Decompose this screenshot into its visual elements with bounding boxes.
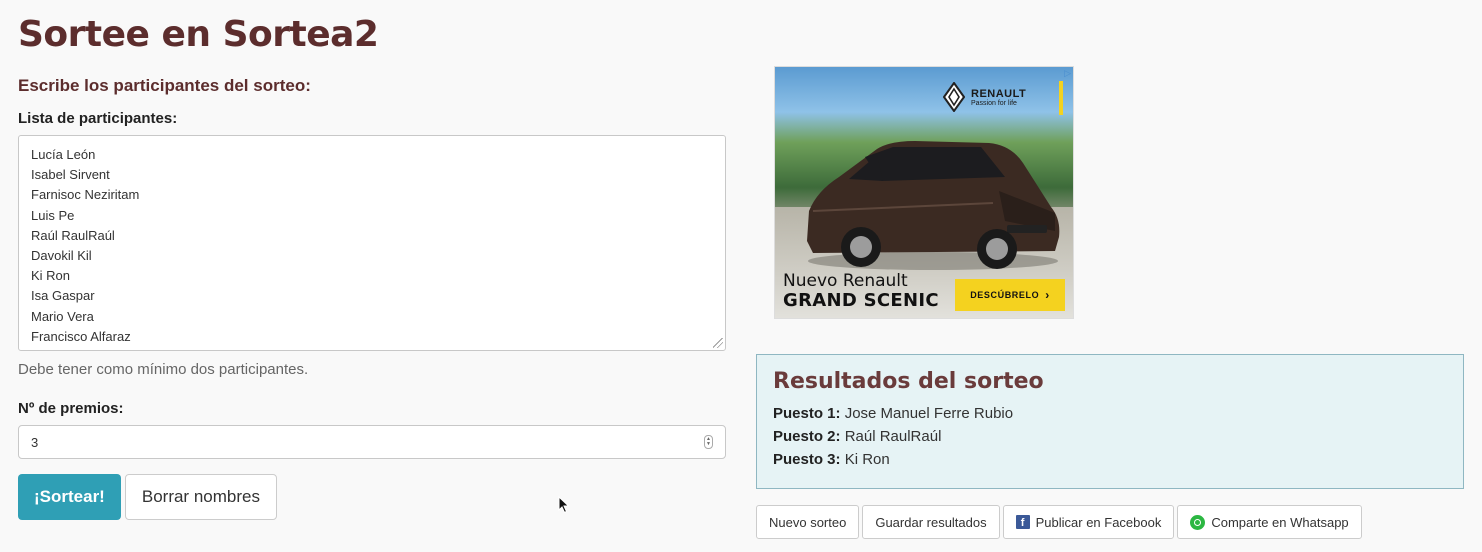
ad-cta-button[interactable]: DESCÚBRELO › <box>955 279 1065 311</box>
share-whatsapp-label: Comparte en Whatsapp <box>1211 514 1349 530</box>
participant-line: Raúl RaulRaúl <box>31 227 115 243</box>
participants-label: Lista de participantes: <box>18 110 178 127</box>
draw-form: Escribe los participantes del sorteo: Li… <box>18 76 726 520</box>
renault-diamond-icon <box>943 82 965 112</box>
form-subtitle: Escribe los participantes del sorteo: <box>18 76 311 95</box>
facebook-icon: f <box>1015 515 1030 529</box>
participant-line: Francisco Alfaraz <box>31 328 131 344</box>
result-row: Puesto 2: Raúl RaulRaúl <box>773 425 1447 448</box>
result-winner: Jose Manuel Ferre Rubio <box>844 405 1014 422</box>
publish-facebook-label: Publicar en Facebook <box>1035 514 1162 530</box>
participant-line: Davokil Kil <box>31 248 92 264</box>
ad-accent-bar <box>1059 81 1063 115</box>
prizes-number-input[interactable]: 3 ▲ ▼ <box>18 425 726 459</box>
participant-line: Lucía León <box>31 147 96 162</box>
results-panel: Resultados del sorteo Puesto 1: Jose Man… <box>756 354 1464 489</box>
page-title: Sortee en Sortea2 <box>18 14 379 55</box>
prizes-label: Nº de premios: <box>18 400 124 417</box>
result-winner: Raúl RaulRaúl <box>844 428 942 445</box>
ad-cta-label: DESCÚBRELO <box>970 290 1040 300</box>
results-actions: Nuevo sorteo Guardar resultados f Public… <box>756 505 1362 539</box>
results-title: Resultados del sorteo <box>773 369 1044 394</box>
ad-headline-line2: GRAND SCENIC <box>783 290 939 311</box>
ad-tagline: Passion for life <box>971 99 1017 107</box>
result-position: Puesto 2: <box>773 428 841 445</box>
participant-line: Farnisoc Neziritam <box>31 187 140 203</box>
number-spinner-icon[interactable]: ▲ ▼ <box>704 435 713 449</box>
result-row: Puesto 3: Ki Ron <box>773 448 1447 471</box>
new-draw-button[interactable]: Nuevo sorteo <box>756 505 860 539</box>
form-buttons: ¡Sortear! Borrar nombres <box>18 474 726 520</box>
result-row: Puesto 1: Jose Manuel Ferre Rubio <box>773 402 1447 425</box>
participants-textarea[interactable]: Lucía León Isabel Sirvent Farnisoc Nezir… <box>18 135 726 351</box>
save-results-button[interactable]: Guardar resultados <box>862 505 1000 539</box>
participant-line: Luis Pe <box>31 207 75 223</box>
car-image <box>807 141 1060 270</box>
clear-names-button[interactable]: Borrar nombres <box>124 474 277 520</box>
prizes-value: 3 <box>31 434 39 450</box>
ad-headline: Nuevo Renault GRAND SCENIC <box>783 271 939 311</box>
participants-help-text: Debe tener como mínimo dos participantes… <box>18 361 309 378</box>
whatsapp-icon <box>1190 514 1206 530</box>
participant-line: Isa Gaspar <box>31 288 95 304</box>
mouse-cursor-icon <box>558 496 570 514</box>
result-position: Puesto 1: <box>773 405 841 422</box>
publish-facebook-button[interactable]: f Publicar en Facebook <box>1002 505 1175 539</box>
result-position: Puesto 3: <box>773 451 841 468</box>
participant-line: Mario Vera <box>31 308 94 324</box>
chevron-right-icon: › <box>1045 288 1050 302</box>
draw-button[interactable]: ¡Sortear! <box>18 474 121 520</box>
resize-grip-icon[interactable] <box>713 338 723 348</box>
renault-logo: RENAULT Passion for life <box>943 77 1053 117</box>
participant-line: Isabel Sirvent <box>31 167 110 183</box>
ad-brand: RENAULT <box>971 87 1027 100</box>
ad-headline-line1: Nuevo Renault <box>783 271 908 291</box>
result-winner: Ki Ron <box>844 451 890 468</box>
share-whatsapp-button[interactable]: Comparte en Whatsapp <box>1177 505 1362 539</box>
participant-line: Ki Ron <box>31 268 71 284</box>
advertisement-banner[interactable]: RENAULT Passion for life ▷ Nuevo Renault… <box>774 66 1074 319</box>
adchoices-icon[interactable]: ▷ <box>1064 68 1071 79</box>
